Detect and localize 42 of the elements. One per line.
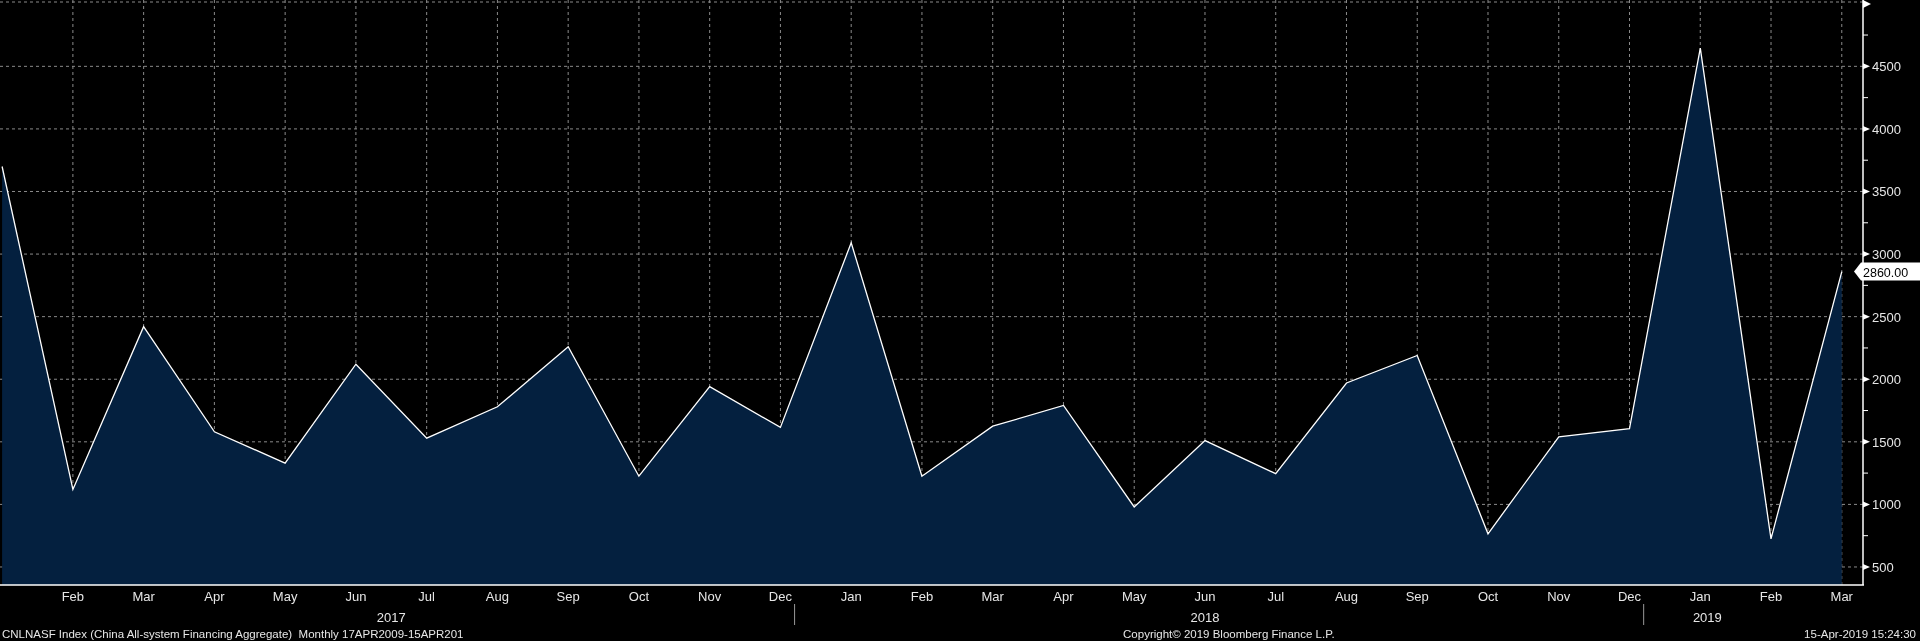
y-tick-label: 500 — [1872, 560, 1894, 575]
x-tick-label: Jan — [1689, 589, 1711, 604]
x-tick-label: Mar — [981, 589, 1004, 604]
x-tick-label: Apr — [204, 589, 225, 604]
year-label: 2019 — [1692, 610, 1722, 625]
x-tick-label: Nov — [1547, 589, 1571, 604]
x-tick-label: Jun — [345, 589, 367, 604]
y-tick-label: 1000 — [1872, 497, 1901, 513]
x-tick-label: Jul — [1267, 589, 1285, 604]
x-tick-label: May — [272, 589, 298, 604]
y-tick-label: 2000 — [1872, 372, 1901, 388]
year-label: 2017 — [376, 610, 406, 625]
y-tick-label: 2500 — [1872, 309, 1901, 325]
x-tick-label: Feb — [61, 589, 85, 604]
y-tick-label: 4500 — [1872, 59, 1901, 75]
x-tick-label: Aug — [1334, 589, 1359, 604]
index-description: CNLNASF Index (China All-system Financing Aggregate) Monthly 17APR2009-15APR201 — [2, 628, 464, 641]
x-tick-label: Jan — [840, 589, 862, 604]
y-tick-label: 1500 — [1872, 434, 1901, 450]
x-tick-label: Jul — [418, 589, 435, 604]
x-tick-label: May — [1121, 589, 1147, 604]
x-tick-label: Feb — [910, 589, 934, 604]
x-tick-label: Nov — [698, 589, 722, 604]
timestamp: 15-Apr-2019 15:24:30 — [1804, 628, 1916, 641]
last-value-label: 2860.00 — [1854, 262, 1920, 281]
y-tick-label: 3000 — [1872, 247, 1901, 263]
copyright-text: Copyright© 2019 Bloomberg Finance L.P. — [1123, 628, 1335, 641]
x-tick-label: Sep — [556, 589, 580, 604]
x-tick-label: Mar — [132, 589, 155, 604]
y-tick-label: 3500 — [1872, 184, 1901, 200]
x-tick-label: Sep — [1405, 589, 1429, 604]
x-tick-label: Oct — [1477, 589, 1499, 604]
y-tick-label: 4000 — [1872, 121, 1901, 137]
x-tick-label: Apr — [1053, 589, 1074, 604]
x-tick-label: Jun — [1194, 589, 1216, 604]
year-label: 2018 — [1190, 610, 1220, 625]
x-tick-label: Dec — [1617, 589, 1642, 604]
x-tick-label: Dec — [768, 589, 792, 604]
x-tick-label: Oct — [628, 589, 650, 604]
x-tick-label: Aug — [485, 589, 509, 604]
x-tick-label: Feb — [1759, 589, 1783, 604]
x-tick-label: Mar — [1830, 589, 1853, 604]
